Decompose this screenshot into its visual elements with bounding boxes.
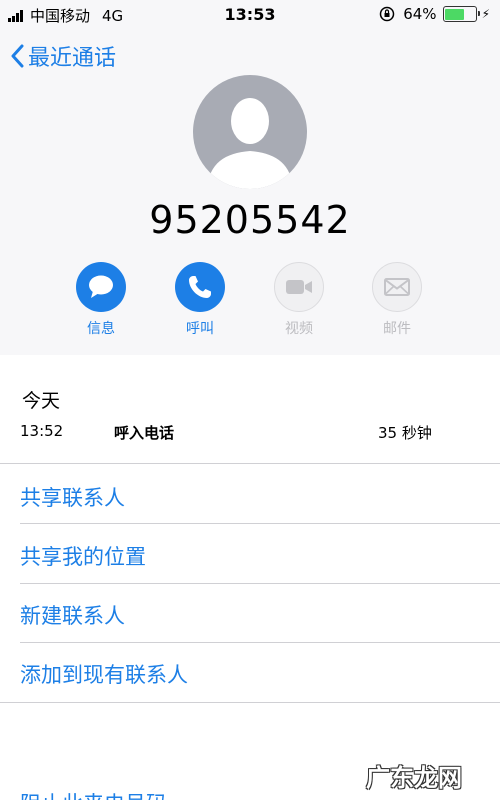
message-icon (89, 275, 113, 298)
mail-label: 邮件 (383, 321, 411, 337)
call-duration: 35 秒钟 (378, 424, 432, 442)
video-button[interactable]: 视频 (269, 262, 329, 338)
divider (0, 463, 500, 464)
status-right: 64% ⚡ (379, 5, 490, 23)
share-contact-button[interactable]: 共享联系人 (20, 482, 125, 512)
avatar (193, 75, 307, 189)
phone-number: 95205542 (149, 198, 351, 242)
battery-icon (442, 6, 480, 22)
person-silhouette-icon (207, 98, 293, 189)
divider (0, 702, 500, 703)
rotation-lock-icon (379, 6, 395, 22)
mail-button-circle (372, 262, 422, 312)
video-icon (286, 280, 312, 294)
new-contact-button[interactable]: 新建联系人 (20, 600, 125, 630)
watermark: 广东龙网 (366, 764, 462, 792)
phone-icon (189, 276, 211, 298)
call-time: 13:52 (20, 422, 64, 440)
status-bar: 中国移动 4G 13:53 64% ⚡ (0, 0, 500, 30)
chevron-left-icon (11, 44, 24, 68)
back-button[interactable]: 最近通话 (10, 40, 116, 72)
battery-percent: 64% (403, 5, 437, 23)
divider (20, 642, 500, 643)
mail-button[interactable]: 邮件 (367, 262, 427, 338)
message-label: 信息 (87, 321, 115, 337)
call-type: 呼入电话 (114, 424, 175, 442)
mail-icon (384, 278, 410, 296)
call-history-row: 13:52 呼入电话 35 秒钟 (0, 422, 500, 444)
add-to-existing-contact-button[interactable]: 添加到现有联系人 (20, 659, 188, 689)
message-button[interactable]: 信息 (71, 262, 131, 338)
charging-icon: ⚡ (481, 7, 490, 21)
call-label: 呼叫 (186, 321, 214, 337)
call-button[interactable]: 呼叫 (170, 262, 230, 338)
battery-fill (445, 8, 464, 20)
history-section-title: 今天 (22, 390, 61, 412)
divider (20, 583, 500, 584)
divider (20, 523, 500, 524)
share-location-button[interactable]: 共享我的位置 (20, 541, 146, 571)
video-label: 视频 (285, 321, 313, 337)
call-button-circle (175, 262, 225, 312)
block-caller-button[interactable]: 阻止此来电号码 (20, 788, 167, 800)
video-button-circle (274, 262, 324, 312)
action-bar: 信息 呼叫 视频 邮件 (0, 262, 500, 342)
message-button-circle (76, 262, 126, 312)
back-label: 最近通话 (28, 46, 117, 71)
